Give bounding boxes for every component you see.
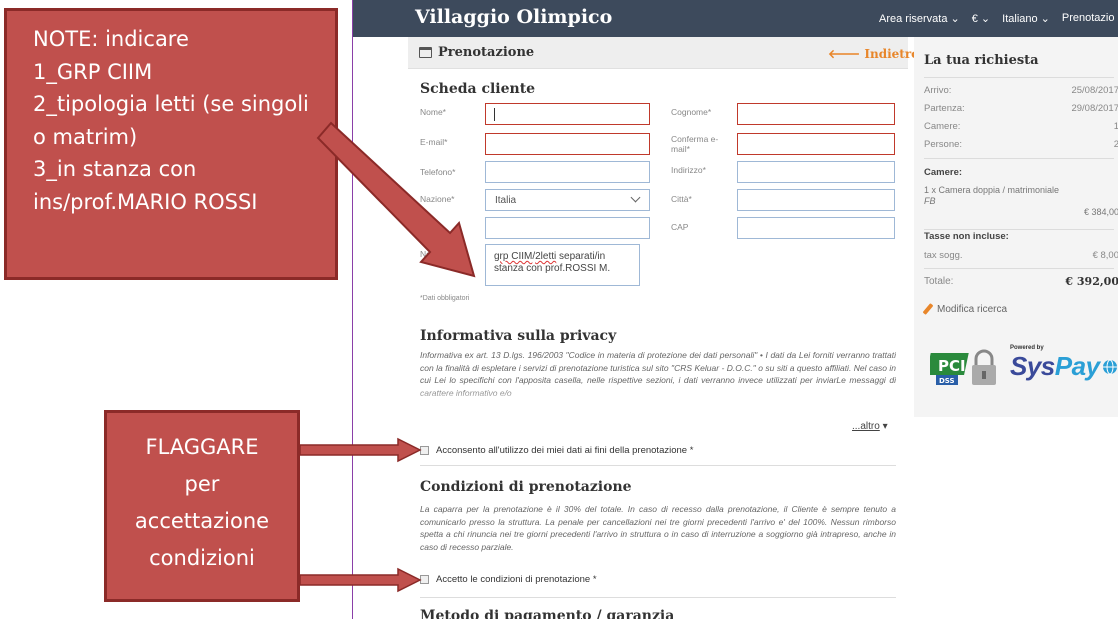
summary-total: Totale: € 392,00	[924, 275, 1118, 288]
nav-area-riservata[interactable]: Area riservata ⌄	[879, 12, 960, 25]
note-label: Note	[420, 249, 438, 259]
summary-persone: Persone:2	[924, 139, 1118, 150]
divider	[924, 77, 1114, 78]
modifica-ricerca-link[interactable]: Modifica ricerca	[922, 303, 1008, 315]
divider	[420, 465, 896, 466]
privacy-consent-checkbox[interactable]	[420, 446, 429, 455]
divider	[924, 268, 1114, 269]
booking-summary-sidebar: La tua richiesta Arrivo: 25/08/2017 Parte…	[914, 37, 1118, 417]
divider	[420, 597, 896, 598]
top-navbar: Villaggio Olimpico Area riservata ⌄ € ⌄ …	[353, 0, 1118, 37]
divider	[924, 158, 1114, 159]
cap-input[interactable]	[737, 217, 895, 239]
summary-tax-row: tax sogg. € 8,00	[924, 250, 1118, 261]
note-textarea[interactable]: grp CIIM/2letti separati/in stanza con p…	[485, 244, 640, 286]
cognome-input[interactable]	[737, 103, 895, 125]
note-text-beds: 2letti	[535, 251, 557, 262]
nav-prenotazioni[interactable]: Prenotazio	[1062, 12, 1115, 25]
summary-room-item: 1 x Camera doppia / matrimoniale FB € 38…	[924, 185, 1118, 217]
nav-links: Area riservata ⌄ € ⌄ Italiano ⌄ Prenotaz…	[879, 12, 1114, 25]
chevron-down-icon	[630, 192, 641, 203]
booking-page: Villaggio Olimpico Area riservata ⌄ € ⌄ …	[352, 0, 1118, 619]
conditions-accept-label: Accetto le condizioni di prenotazione *	[436, 574, 597, 585]
svg-text:DSS: DSS	[939, 377, 955, 385]
annotation-flag-callout: FLAGGARE per accettazione condizioni	[104, 410, 300, 602]
customer-form-heading: Scheda cliente	[420, 81, 536, 97]
email-input[interactable]	[485, 133, 650, 155]
payment-heading: Metodo di pagamento / garanzia	[420, 608, 675, 619]
syspay-logo: Powered by SysPay	[1010, 345, 1118, 390]
summary-arrivo: Arrivo: 25/08/2017	[924, 85, 1118, 96]
telefono-input[interactable]	[485, 161, 650, 183]
panel-header: Prenotazione 🡐 Indietro	[408, 37, 919, 69]
pencil-icon	[922, 303, 934, 315]
nazione-value: Italia	[495, 195, 517, 206]
conditions-accept-checkbox[interactable]	[420, 575, 429, 584]
cap-label: CAP	[671, 222, 689, 232]
summary-partenza: Partenza: 29/08/2017	[924, 103, 1118, 114]
provincia-input[interactable]	[485, 217, 650, 239]
globe-icon	[1103, 359, 1117, 375]
svg-text:PCI: PCI	[938, 357, 966, 375]
modifica-ricerca-label: Modifica ricerca	[937, 303, 1008, 315]
nazione-label: Nazione*	[420, 194, 455, 204]
booking-main: Prenotazione 🡐 Indietro Scheda cliente N…	[408, 37, 919, 619]
provincia-label: Prov	[420, 222, 438, 232]
panel-title: Prenotazione	[438, 45, 535, 60]
privacy-fade	[420, 387, 896, 407]
summary-tax-heading: Tasse non incluse:	[924, 231, 1009, 242]
required-fields-note: *Dati obbligatori	[420, 295, 470, 302]
citta-label: Città*	[671, 194, 692, 204]
summary-rooms-heading: Camere:	[924, 167, 963, 178]
privacy-consent-label: Acconsento all'utilizzo dei miei dati ai…	[436, 445, 694, 456]
site-brand[interactable]: Villaggio Olimpico	[415, 6, 612, 28]
calendar-icon	[419, 47, 432, 58]
nome-input[interactable]	[485, 103, 650, 125]
indirizzo-label: Indirizzo*	[671, 165, 706, 175]
annotation-note-callout: NOTE: indicare 1_GRP CIIM 2_tipologia le…	[4, 8, 338, 280]
privacy-consent-row[interactable]: Acconsento all'utilizzo dei miei dati ai…	[420, 445, 693, 456]
nazione-select[interactable]: Italia	[485, 189, 650, 211]
pci-dss-logo: PCI DSS	[930, 349, 996, 385]
conditions-accept-row[interactable]: Accetto le condizioni di prenotazione *	[420, 574, 597, 585]
conferma-email-input[interactable]	[737, 133, 895, 155]
email-label: E-mail*	[420, 137, 448, 147]
nav-currency[interactable]: € ⌄	[972, 12, 990, 25]
cognome-label: Cognome*	[671, 107, 712, 117]
indirizzo-input[interactable]	[737, 161, 895, 183]
summary-title: La tua richiesta	[924, 53, 1039, 68]
nome-label: Nome*	[420, 107, 446, 117]
note-text-group: grp CIIM	[494, 251, 533, 262]
divider	[924, 229, 1114, 230]
citta-input[interactable]	[737, 189, 895, 211]
telefono-label: Telefono*	[420, 167, 456, 177]
privacy-heading: Informativa sulla privacy	[420, 328, 617, 344]
conditions-text: La caparra per la prenotazione è il 30% …	[420, 504, 896, 552]
conferma-email-label: Conferma e-mail*	[671, 134, 719, 154]
nav-language[interactable]: Italiano ⌄	[1002, 12, 1050, 25]
summary-camere: Camere:1	[924, 121, 1118, 132]
privacy-more-text: ...altro	[852, 421, 880, 432]
back-link[interactable]: 🡐 Indietro	[828, 46, 919, 61]
conditions-heading: Condizioni di prenotazione	[420, 479, 632, 495]
privacy-more-link[interactable]: ...altro ▾	[852, 421, 888, 432]
